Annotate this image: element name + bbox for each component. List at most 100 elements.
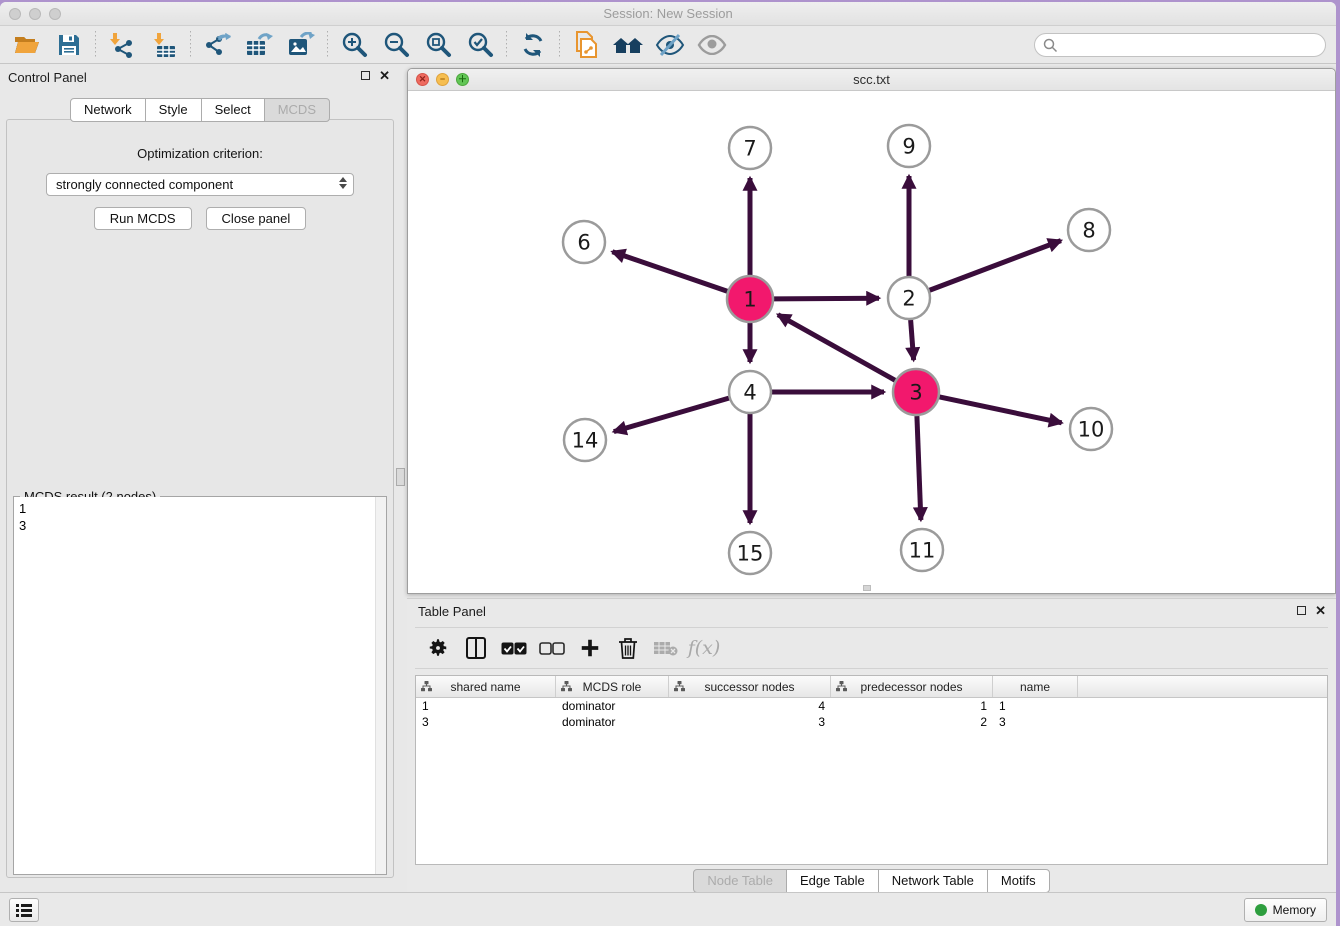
float-table-panel-icon[interactable] — [1297, 606, 1306, 615]
graph-edge-3-11[interactable] — [917, 416, 921, 520]
column-header-successor-nodes[interactable]: successor nodes — [669, 676, 831, 697]
export-table-icon[interactable] — [238, 29, 280, 61]
open-file-icon[interactable] — [6, 29, 48, 61]
main-toolbar — [0, 26, 1336, 64]
float-panel-icon[interactable] — [361, 71, 370, 80]
toolbar-separator — [190, 31, 191, 59]
run-mcds-button[interactable]: Run MCDS — [94, 207, 192, 230]
zoom-fit-icon[interactable] — [417, 29, 459, 61]
column-header-name[interactable]: name — [993, 676, 1078, 697]
graph-node-label-15: 15 — [737, 541, 764, 565]
save-session-icon[interactable] — [48, 29, 90, 61]
main-area: Control Panel ✕ NetworkStyleSelectMCDS O… — [0, 64, 1336, 892]
import-network-icon[interactable] — [101, 29, 143, 61]
show-all-icon[interactable] — [691, 29, 733, 61]
clone-network-icon[interactable] — [565, 29, 607, 61]
zoom-out-icon[interactable] — [375, 29, 417, 61]
first-neighbors-icon[interactable] — [607, 29, 649, 61]
table-cell[interactable]: dominator — [556, 714, 669, 730]
refresh-view-icon[interactable] — [512, 29, 554, 61]
memory-button[interactable]: Memory — [1244, 898, 1327, 922]
network-window-title: scc.txt — [408, 69, 1335, 91]
hide-selected-icon[interactable] — [649, 29, 691, 61]
close-panel-button[interactable]: Close panel — [206, 207, 307, 230]
memory-label: Memory — [1273, 903, 1316, 917]
network-canvas[interactable]: 7968124314101511 — [408, 91, 1335, 594]
graph-node-label-2: 2 — [902, 286, 915, 310]
network-resize-grip[interactable] — [863, 585, 871, 591]
tab-network-table[interactable]: Network Table — [878, 869, 988, 893]
close-panel-icon[interactable]: ✕ — [379, 70, 390, 81]
graph-node-label-11: 11 — [909, 538, 936, 562]
tab-network[interactable]: Network — [70, 98, 146, 122]
network-window: ✕ − ＋ scc.txt 7968124314101511 — [407, 68, 1336, 594]
toolbar-separator — [327, 31, 328, 59]
table-cell[interactable]: 3 — [993, 714, 1078, 730]
window-title: Session: New Session — [0, 2, 1336, 26]
tab-motifs[interactable]: Motifs — [987, 869, 1050, 893]
graph-node-label-1: 1 — [743, 287, 756, 311]
graph-edge-3-1[interactable] — [778, 315, 895, 381]
graph-node-label-3: 3 — [909, 380, 922, 404]
zoom-selected-icon[interactable] — [459, 29, 501, 61]
control-panel: Control Panel ✕ NetworkStyleSelectMCDS O… — [0, 64, 400, 892]
control-panel-tabs: NetworkStyleSelectMCDS — [0, 98, 400, 122]
table-row[interactable]: 1dominator411 — [416, 698, 1327, 714]
delete-row-icon[interactable] — [613, 633, 643, 663]
graph-node-label-8: 8 — [1082, 218, 1095, 242]
table-tabs: Node TableEdge TableNetwork TableMotifs — [407, 869, 1336, 893]
table-row[interactable]: 3dominator323 — [416, 714, 1327, 730]
select-all-icon[interactable] — [499, 633, 529, 663]
tab-select[interactable]: Select — [201, 98, 265, 122]
graph-edge-2-8[interactable] — [930, 241, 1061, 291]
tab-edge-table[interactable]: Edge Table — [786, 869, 879, 893]
graph-edge-4-14[interactable] — [614, 398, 729, 431]
export-image-icon[interactable] — [280, 29, 322, 61]
export-network-icon[interactable] — [196, 29, 238, 61]
tab-mcds: MCDS — [264, 98, 330, 122]
mcds-result-box: MCDS result (2 nodes) 1 3 — [13, 496, 387, 875]
table-cell[interactable]: 2 — [831, 714, 993, 730]
show-column-icon[interactable] — [461, 633, 491, 663]
column-header-MCDS-role[interactable]: MCDS role — [556, 676, 669, 697]
criterion-select[interactable]: strongly connected component — [46, 173, 354, 196]
mcds-tab-content: Optimization criterion: strongly connect… — [6, 119, 394, 878]
panel-divider-grip[interactable] — [396, 468, 405, 486]
result-scrollbar[interactable] — [375, 497, 386, 874]
table-options-icon[interactable] — [423, 633, 453, 663]
node-table-body: 1dominator4113dominator323 — [416, 698, 1327, 730]
table-cell[interactable]: 1 — [831, 698, 993, 714]
table-cell[interactable]: 4 — [669, 698, 831, 714]
table-cell[interactable]: 3 — [416, 714, 556, 730]
toolbar-separator — [559, 31, 560, 59]
column-header-shared-name[interactable]: shared name — [416, 676, 556, 697]
graph-node-label-14: 14 — [572, 428, 599, 452]
table-cell[interactable]: 1 — [416, 698, 556, 714]
add-row-icon[interactable] — [575, 633, 605, 663]
tab-node-table: Node Table — [693, 869, 787, 893]
table-cell[interactable]: 3 — [669, 714, 831, 730]
graph-edge-1-2[interactable] — [774, 298, 879, 299]
task-history-button[interactable] — [9, 898, 39, 922]
table-panel: Table Panel ✕ — [407, 598, 1336, 892]
search-input[interactable] — [1058, 35, 1325, 55]
network-window-titlebar[interactable]: ✕ − ＋ scc.txt — [408, 69, 1335, 91]
table-cell[interactable]: dominator — [556, 698, 669, 714]
graph-node-label-4: 4 — [743, 380, 756, 404]
list-icon — [16, 903, 32, 917]
criterion-value: strongly connected component — [56, 177, 233, 192]
graph-edge-2-3[interactable] — [911, 320, 914, 360]
close-table-panel-icon[interactable]: ✕ — [1315, 605, 1326, 616]
import-table-icon[interactable] — [143, 29, 185, 61]
table-cell[interactable]: 1 — [993, 698, 1078, 714]
table-toolbar: f(x) — [415, 627, 1328, 669]
column-header-predecessor-nodes[interactable]: predecessor nodes — [831, 676, 993, 697]
mcds-result-text[interactable]: 1 3 — [14, 497, 375, 874]
graph-edge-3-10[interactable] — [939, 397, 1061, 423]
tab-style[interactable]: Style — [145, 98, 202, 122]
graph-edge-1-6[interactable] — [612, 252, 727, 291]
zoom-in-icon[interactable] — [333, 29, 375, 61]
toolbar-separator — [506, 31, 507, 59]
deselect-all-icon[interactable] — [537, 633, 567, 663]
status-bar: Memory — [0, 892, 1336, 926]
